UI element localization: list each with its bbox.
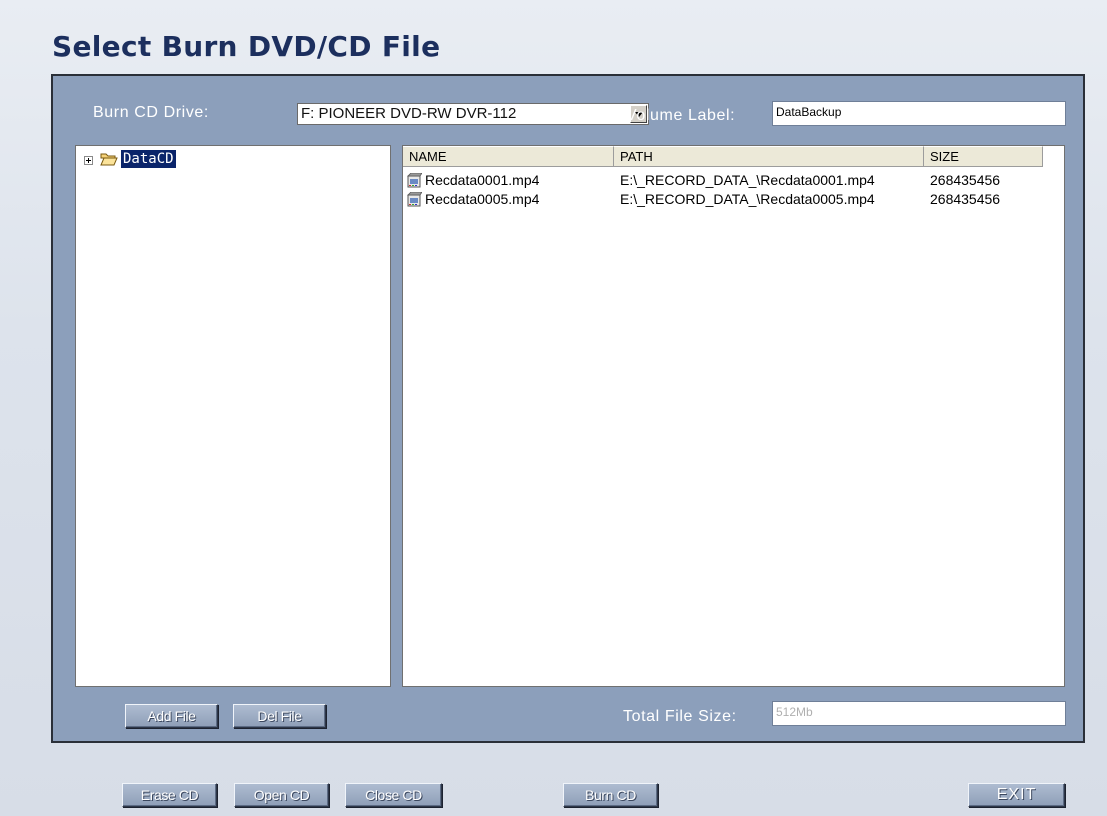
open-folder-icon <box>100 153 118 166</box>
del-file-button[interactable]: Del File <box>233 704 326 728</box>
video-file-icon <box>407 192 422 207</box>
total-size-field: 512Mb <box>772 701 1066 726</box>
page-title: Select Burn DVD/CD File <box>52 30 441 63</box>
drive-select[interactable]: F: PIONEER DVD-RW DVR-112 <box>297 103 649 125</box>
folder-tree: DataCD <box>75 145 391 687</box>
file-size: 268435456 <box>930 172 1001 188</box>
volume-label-caption: Volume Label: <box>626 107 736 124</box>
close-cd-button[interactable]: Close CD <box>345 783 442 807</box>
drive-label: Burn CD Drive: <box>93 104 209 121</box>
exit-button[interactable]: EXIT <box>968 783 1065 807</box>
video-file-icon <box>407 173 422 188</box>
drive-select-value: F: PIONEER DVD-RW DVR-112 <box>301 105 517 122</box>
file-size: 268435456 <box>930 191 1001 207</box>
file-list: NAME PATH SIZE Recdata0001.mp4 E:\_RECOR… <box>402 145 1065 687</box>
burn-file-panel: Burn CD Drive: F: PIONEER DVD-RW DVR-112… <box>51 74 1085 743</box>
tree-node-datacd[interactable]: DataCD <box>121 150 176 168</box>
open-cd-button[interactable]: Open CD <box>234 783 329 807</box>
add-file-button[interactable]: Add File <box>125 704 218 728</box>
table-row[interactable]: Recdata0001.mp4 E:\_RECORD_DATA_\Recdata… <box>403 171 1043 190</box>
file-name: Recdata0005.mp4 <box>425 191 540 207</box>
erase-cd-button[interactable]: Erase CD <box>122 783 217 807</box>
total-size-label: Total File Size: <box>623 708 737 725</box>
column-header-path[interactable]: PATH <box>614 146 924 167</box>
burn-cd-button[interactable]: Burn CD <box>563 783 658 807</box>
plus-box-icon[interactable] <box>84 156 93 165</box>
file-list-header: NAME PATH SIZE <box>403 146 1043 167</box>
table-row[interactable]: Recdata0005.mp4 E:\_RECORD_DATA_\Recdata… <box>403 190 1043 209</box>
column-header-size[interactable]: SIZE <box>924 146 1043 167</box>
volume-label-input[interactable]: DataBackup <box>772 101 1066 126</box>
file-name: Recdata0001.mp4 <box>425 172 540 188</box>
file-path: E:\_RECORD_DATA_\Recdata0005.mp4 <box>620 191 875 207</box>
column-header-name[interactable]: NAME <box>403 146 614 167</box>
file-path: E:\_RECORD_DATA_\Recdata0001.mp4 <box>620 172 875 188</box>
